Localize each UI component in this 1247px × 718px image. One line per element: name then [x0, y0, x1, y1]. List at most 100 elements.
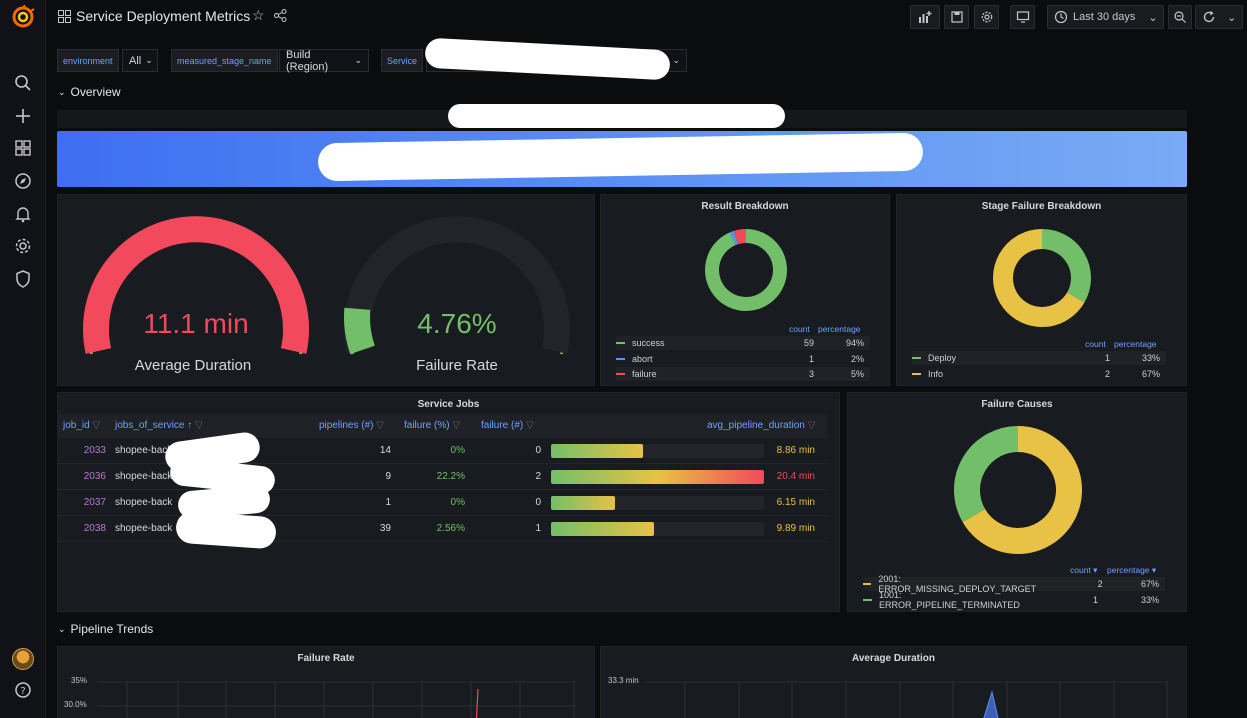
- shield-icon[interactable]: [13, 269, 33, 289]
- stage-variable-label: measured_stage_name: [171, 49, 278, 72]
- avg-duration-trend-chart: [645, 681, 1168, 718]
- dashboard-title[interactable]: Service Deployment Metrics: [76, 8, 250, 24]
- cell-job-name[interactable]: shopee-back: [115, 497, 172, 508]
- donut-slice-deploy[interactable]: [1041, 229, 1091, 303]
- cell-job-id[interactable]: 2036: [57, 471, 106, 482]
- zoom-out-button[interactable]: [1168, 5, 1192, 29]
- user-avatar[interactable]: [12, 648, 34, 670]
- legend-percentage-header[interactable]: percentage: [1114, 339, 1157, 349]
- failure-rate-value: 4.76%: [417, 308, 497, 339]
- help-icon[interactable]: ?: [13, 680, 33, 700]
- legend-count: 3: [808, 369, 814, 379]
- cell-failure-num: 0: [535, 445, 541, 456]
- table-row[interactable]: 2038 shopee-back 39 2.56% 1 9.89 min: [57, 516, 827, 542]
- legend-percentage: 2%: [850, 353, 864, 364]
- cell-avg-duration: 6.15 min: [776, 497, 815, 508]
- sort-asc-icon: ↑: [187, 420, 193, 431]
- col-jobs-of-service[interactable]: jobs_of_service ↑ ▽: [115, 420, 203, 431]
- cell-job-name[interactable]: shopee-back: [115, 471, 172, 482]
- tv-mode-button[interactable]: [1010, 5, 1035, 29]
- failure-causes-panel: Failure Causes count ▾ percentage ▾ 2001…: [847, 392, 1187, 612]
- time-range-picker[interactable]: Last 30 days ⌄: [1047, 5, 1164, 29]
- cell-job-id[interactable]: 2037: [57, 497, 106, 508]
- failure-rate-trend-chart: [98, 681, 576, 718]
- col-failure-pct[interactable]: failure (%) ▽: [404, 420, 460, 431]
- filter-icon[interactable]: ▽: [452, 420, 460, 431]
- legend-row[interactable]: success 59 94%: [616, 336, 870, 350]
- legend-row[interactable]: failure 3 5%: [616, 367, 870, 381]
- legend-count-header[interactable]: count: [789, 324, 810, 334]
- cell-job-name[interactable]: shopee-back: [115, 445, 172, 456]
- col-job-id[interactable]: job_id ▽: [63, 420, 100, 431]
- cell-failure-num: 2: [535, 471, 541, 482]
- service-variable-label: Service: [381, 49, 424, 72]
- add-panel-button[interactable]: [910, 5, 940, 29]
- legend-percentage: 33%: [1140, 594, 1159, 605]
- explore-compass-icon[interactable]: [13, 171, 33, 191]
- panel-title: Service Jobs: [417, 399, 480, 410]
- row-pipeline-trends[interactable]: ⌄ Pipeline Trends: [58, 622, 153, 636]
- table-row[interactable]: 2037 shopee-back 1 0% 0 6.15 min: [57, 490, 827, 516]
- search-icon[interactable]: [13, 73, 33, 93]
- save-icon: [950, 11, 963, 23]
- donut-slice-success[interactable]: [705, 229, 787, 311]
- filter-icon[interactable]: ▽: [808, 420, 816, 431]
- chevron-down-icon: ⌄: [58, 623, 66, 634]
- star-icon[interactable]: ☆: [252, 7, 265, 24]
- col-failure-num[interactable]: failure (#) ▽: [481, 420, 534, 431]
- legend-count-header[interactable]: count ▾: [1070, 565, 1097, 576]
- failure-rate-label: Failure Rate: [416, 357, 498, 374]
- col-failure-num-label: failure (#): [481, 420, 524, 431]
- cell-job-id[interactable]: 2038: [57, 523, 106, 534]
- alerting-bell-icon[interactable]: [13, 204, 33, 224]
- cell-job-id[interactable]: 2033: [57, 445, 106, 456]
- save-dashboard-button[interactable]: [944, 5, 969, 29]
- col-pipelines[interactable]: pipelines (#) ▽: [319, 420, 384, 431]
- legend-swatch: [616, 357, 625, 360]
- failure-rate-series-line: [475, 688, 479, 718]
- stage-failure-donut: [993, 229, 1091, 327]
- plus-icon[interactable]: [13, 106, 33, 126]
- redaction-mark: [175, 510, 277, 550]
- legend-row[interactable]: abort 1 2%: [616, 352, 870, 366]
- cell-avg-duration: 20.4 min: [776, 471, 815, 482]
- donut-slice-failure[interactable]: [733, 229, 747, 245]
- result-breakdown-panel: Result Breakdown count percentage succes…: [600, 194, 890, 386]
- row-overview[interactable]: ⌄ Overview: [58, 85, 121, 99]
- row-overview-title: Overview: [70, 85, 121, 99]
- col-jobs-of-service-label: jobs_of_service: [115, 420, 185, 431]
- donut-slice-1001-error-pipeline-terminated[interactable]: [954, 426, 1019, 522]
- legend-percentage-header[interactable]: percentage: [818, 324, 861, 334]
- refresh-icon: [1203, 11, 1214, 23]
- clock-icon: [1054, 10, 1068, 24]
- legend-count-header[interactable]: count: [1085, 339, 1106, 349]
- filter-icon[interactable]: ▽: [92, 420, 100, 431]
- environment-select[interactable]: All ⌄: [122, 49, 158, 72]
- dashboards-icon[interactable]: [13, 138, 33, 158]
- legend-percentage: 67%: [1141, 368, 1160, 379]
- legend-percentage-header[interactable]: percentage ▾: [1107, 565, 1156, 576]
- chevron-down-icon: ⌄: [145, 55, 153, 65]
- legend-row[interactable]: Deploy 1 33%: [912, 351, 1166, 365]
- grafana-logo-icon[interactable]: [11, 5, 35, 29]
- filter-icon[interactable]: ▽: [376, 420, 384, 431]
- zoom-out-icon: [1174, 11, 1186, 23]
- duration-bar-fill: [551, 444, 643, 458]
- col-avg-duration[interactable]: avg_pipeline_duration ▽: [707, 420, 815, 431]
- refresh-button[interactable]: ⌄: [1195, 5, 1243, 29]
- legend-swatch: [912, 372, 921, 375]
- donut-slice-abort[interactable]: [730, 230, 739, 246]
- legend-count: 1: [1092, 594, 1098, 605]
- cell-failure-num: 0: [535, 497, 541, 508]
- legend-row[interactable]: 1001: ERROR_PIPELINE_TERMINATED 1 33%: [863, 590, 1165, 610]
- cell-job-name[interactable]: shopee-back: [115, 523, 172, 534]
- legend-swatch: [616, 342, 625, 344]
- settings-gear-icon[interactable]: [13, 236, 33, 256]
- filter-icon[interactable]: ▽: [195, 420, 203, 431]
- filter-icon[interactable]: ▽: [526, 420, 534, 431]
- share-icon[interactable]: [274, 9, 287, 22]
- stage-select[interactable]: Build (Region) ⌄: [279, 49, 369, 73]
- side-nav: ?: [0, 0, 46, 718]
- legend-row[interactable]: Info 2 67%: [912, 367, 1166, 381]
- dashboard-settings-button[interactable]: [974, 5, 999, 29]
